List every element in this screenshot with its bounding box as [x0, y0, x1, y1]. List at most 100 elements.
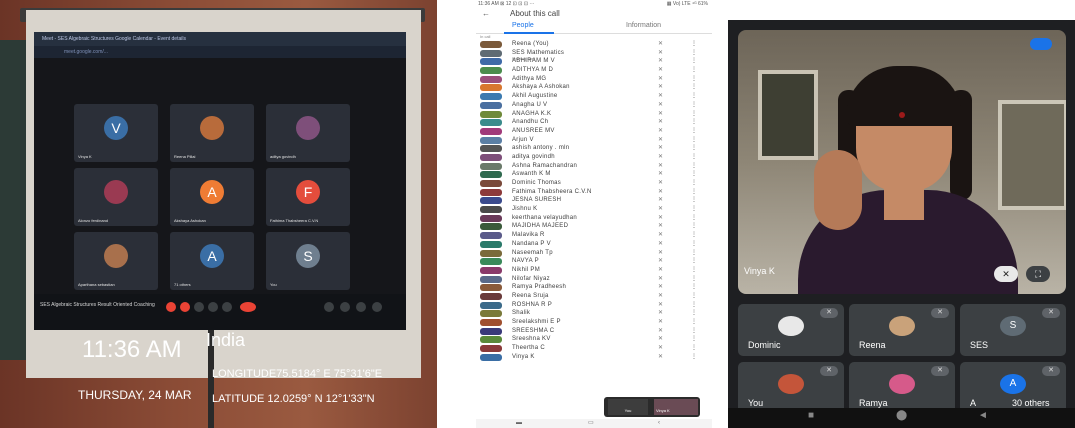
more-vert-icon[interactable]: ⋮: [691, 75, 697, 84]
mic-off-icon: ✕: [658, 345, 664, 352]
participant-row[interactable]: Arjun V ✕ ⋮: [476, 136, 712, 145]
more-vert-icon[interactable]: ⋮: [691, 275, 697, 284]
more-vert-icon[interactable]: ⋮: [691, 170, 697, 179]
more-vert-icon[interactable]: ⋮: [691, 101, 697, 110]
more-vert-icon[interactable]: ⋮: [691, 283, 697, 292]
more-vert-icon[interactable]: ⋮: [691, 292, 697, 301]
participant-row[interactable]: Naseemah Tp ✕ ⋮: [476, 249, 712, 258]
participant-row[interactable]: Shalik ✕ ⋮: [476, 309, 712, 318]
participant-row[interactable]: SES Mathematics Meeting host ✕ ⋮: [476, 49, 712, 61]
pip-speaker-tile: Vinya K: [654, 399, 698, 415]
more-vert-icon[interactable]: ⋮: [691, 196, 697, 205]
pin-off-icon[interactable]: ✕: [994, 266, 1018, 282]
nav-back-icon[interactable]: ‹: [658, 419, 660, 428]
participant-row[interactable]: Malavika R ✕ ⋮: [476, 231, 712, 240]
participant-row[interactable]: Fathima Thabsheera C.V.N ✕ ⋮: [476, 188, 712, 197]
more-vert-icon[interactable]: ⋮: [691, 240, 697, 249]
participant-row[interactable]: Anandhu Ch ✕ ⋮: [476, 118, 712, 127]
more-vert-icon[interactable]: ⋮: [691, 222, 697, 231]
participant-row[interactable]: aditya govindh ✕ ⋮: [476, 153, 712, 162]
participant-row[interactable]: NAVYA P ✕ ⋮: [476, 257, 712, 266]
participant-tile[interactable]: ✕ You: [738, 362, 844, 414]
more-vert-icon[interactable]: ⋮: [691, 153, 697, 162]
participant-row[interactable]: keerthana velayudhan ✕ ⋮: [476, 214, 712, 223]
more-vert-icon[interactable]: ⋮: [691, 136, 697, 145]
more-vert-icon[interactable]: ⋮: [691, 83, 697, 92]
more-vert-icon[interactable]: ⋮: [691, 57, 697, 66]
more-vert-icon[interactable]: ⋮: [691, 127, 697, 136]
participant-row[interactable]: Nandana P V ✕ ⋮: [476, 240, 712, 249]
participant-row[interactable]: JESNA SURESH ✕ ⋮: [476, 196, 712, 205]
more-vert-icon[interactable]: ⋮: [691, 318, 697, 327]
participant-tile[interactable]: ✕ Dominic: [738, 304, 844, 356]
more-vert-icon[interactable]: ⋮: [691, 353, 697, 362]
more-vert-icon[interactable]: ⋮: [691, 257, 697, 266]
participant-row[interactable]: Aswanth K M ✕ ⋮: [476, 170, 712, 179]
participant-row[interactable]: Akhil Augustine ✕ ⋮: [476, 92, 712, 101]
more-vert-icon[interactable]: ⋮: [691, 144, 697, 153]
more-vert-icon[interactable]: ⋮: [691, 40, 697, 49]
more-vert-icon[interactable]: ⋮: [691, 301, 697, 310]
participant-tile[interactable]: ✕ Ramya: [849, 362, 955, 414]
tab-people[interactable]: People: [512, 20, 534, 32]
back-arrow-icon[interactable]: ←: [482, 8, 490, 20]
projected-meeting-title: SES Algebraic Structures Result Oriented…: [40, 302, 155, 308]
participant-row[interactable]: Jishnu K ✕ ⋮: [476, 205, 712, 214]
participant-row[interactable]: Sreeshna KV ✕ ⋮: [476, 335, 712, 344]
participant-row[interactable]: Dominic Thomas ✕ ⋮: [476, 179, 712, 188]
participant-tile[interactable]: ✕ Reena: [849, 304, 955, 356]
more-vert-icon[interactable]: ⋮: [691, 327, 697, 336]
more-vert-icon[interactable]: ⋮: [691, 344, 697, 353]
participant-row[interactable]: ROSHNA R P ✕ ⋮: [476, 301, 712, 310]
participant-name: Ramya Pradheesh: [512, 284, 567, 291]
participant-tile[interactable]: A ✕ A 30 others: [960, 362, 1066, 414]
more-vert-icon[interactable]: ⋮: [691, 92, 697, 101]
more-vert-icon[interactable]: ⋮: [691, 309, 697, 318]
more-vert-icon[interactable]: ⋮: [691, 162, 697, 171]
picture-in-picture[interactable]: You Vinya K: [604, 397, 700, 417]
tab-information[interactable]: Information: [626, 20, 661, 32]
participant-row[interactable]: SREESHMA C ✕ ⋮: [476, 327, 712, 336]
mic-off-icon: ✕: [658, 75, 664, 82]
participant-row[interactable]: Ramya Pradheesh ✕ ⋮: [476, 283, 712, 292]
participant-tile[interactable]: S ✕ SES: [960, 304, 1066, 356]
participant-row[interactable]: ABHIRAM M V ✕ ⋮: [476, 57, 712, 66]
participant-row[interactable]: Sreelakshmi E P ✕ ⋮: [476, 318, 712, 327]
main-speaker-tile[interactable]: Vinya K ✕ ⛶: [738, 30, 1066, 294]
more-vert-icon[interactable]: ⋮: [691, 179, 697, 188]
more-vert-icon[interactable]: ⋮: [691, 214, 697, 223]
participant-row[interactable]: Vinya K ✕ ⋮: [476, 353, 712, 362]
more-vert-icon[interactable]: ⋮: [691, 335, 697, 344]
more-vert-icon[interactable]: ⋮: [691, 66, 697, 75]
participant-row[interactable]: Anagha U V ✕ ⋮: [476, 101, 712, 110]
participant-row[interactable]: Theertha C ✕ ⋮: [476, 344, 712, 353]
participant-row[interactable]: MAJIDHA MAJEED ✕ ⋮: [476, 222, 712, 231]
fullscreen-icon[interactable]: ⛶: [1026, 266, 1050, 282]
participant-row[interactable]: Nilofar Niyaz ✕ ⋮: [476, 275, 712, 284]
participant-row[interactable]: Reena Sruja ✕ ⋮: [476, 292, 712, 301]
more-vert-icon[interactable]: ⋮: [691, 110, 697, 119]
participant-row[interactable]: Reena (You) ✕ ⋮: [476, 40, 712, 49]
participant-row[interactable]: ADITHYA M D ✕ ⋮: [476, 66, 712, 75]
more-vert-icon[interactable]: ⋮: [691, 118, 697, 127]
nav-back-icon[interactable]: ◄: [978, 410, 988, 421]
nav-recent-icon[interactable]: ▬: [516, 419, 522, 428]
participant-row[interactable]: ANUSREE MV ✕ ⋮: [476, 127, 712, 136]
participant-row[interactable]: ashish antony . mln ✕ ⋮: [476, 144, 712, 153]
more-vert-icon[interactable]: ⋮: [691, 49, 697, 58]
participant-row[interactable]: Akshaya A Ashokan ✕ ⋮: [476, 83, 712, 92]
nav-home-icon[interactable]: ⬤: [896, 410, 907, 421]
nav-home-icon[interactable]: ▭: [588, 419, 594, 428]
participant-name: Malavika R: [512, 232, 545, 239]
more-vert-icon[interactable]: ⋮: [691, 231, 697, 240]
avatar: [480, 49, 502, 57]
more-vert-icon[interactable]: ⋮: [691, 249, 697, 258]
more-vert-icon[interactable]: ⋮: [691, 205, 697, 214]
more-vert-icon[interactable]: ⋮: [691, 266, 697, 275]
more-vert-icon[interactable]: ⋮: [691, 188, 697, 197]
nav-recent-icon[interactable]: ■: [808, 410, 814, 421]
participant-row[interactable]: Adithya MG ✕ ⋮: [476, 75, 712, 84]
participant-row[interactable]: Nikhil PM ✕ ⋮: [476, 266, 712, 275]
participant-row[interactable]: Ashna Ramachandran ✕ ⋮: [476, 162, 712, 171]
participant-row[interactable]: ANAGHA K.K ✕ ⋮: [476, 110, 712, 119]
